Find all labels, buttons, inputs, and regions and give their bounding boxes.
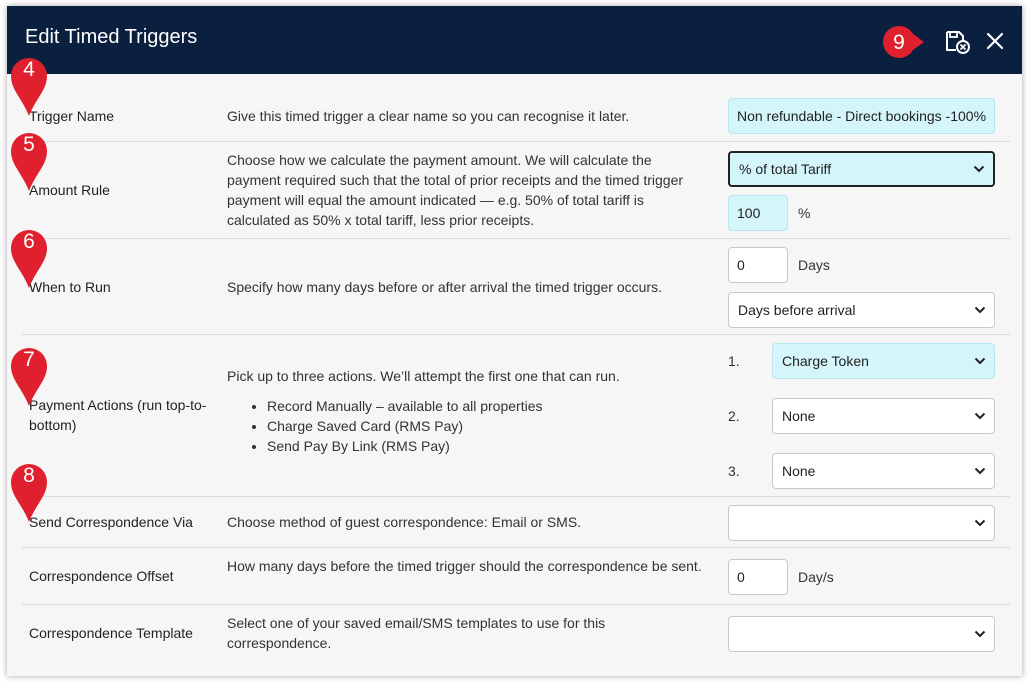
correspondence-offset-description: How many days before the timed trigger s… xyxy=(227,558,702,574)
dialog-title: Edit Timed Triggers xyxy=(25,26,198,48)
payment-action-2-selected: None xyxy=(782,408,816,424)
correspondence-template-select[interactable] xyxy=(728,616,995,652)
marker-pin-4-label: 4 xyxy=(23,58,35,81)
send-correspondence-row: Send Correspondence Via Choose method of… xyxy=(22,497,1010,548)
marker-pin-7-label: 7 xyxy=(23,348,35,371)
send-correspondence-description: Choose method of guest correspondence: E… xyxy=(227,514,582,530)
chevron-down-icon xyxy=(974,617,986,651)
marker-pin-8-label: 8 xyxy=(23,464,35,487)
correspondence-template-description: Select one of your saved email/SMS templ… xyxy=(227,615,606,651)
amount-rule-selected: % of total Tariff xyxy=(739,161,832,177)
payment-actions-label: Payment Actions (run top-to-bottom) xyxy=(29,397,207,433)
amount-rule-description: Choose how we calculate the payment amou… xyxy=(227,152,684,228)
marker-pin-6-label: 6 xyxy=(23,230,35,253)
days-input[interactable]: 0 xyxy=(728,247,788,283)
correspondence-offset-input[interactable]: 0 xyxy=(728,559,788,595)
payment-action-1-select[interactable]: Charge Token xyxy=(772,343,995,379)
correspondence-offset-row: Correspondence Offset How many days befo… xyxy=(22,548,1010,605)
send-correspondence-label: Send Correspondence Via xyxy=(29,514,193,530)
payment-actions-description: Pick up to three actions. We’ll attempt … xyxy=(227,366,707,456)
when-to-run-row: When to Run Specify how many days before… xyxy=(22,239,1010,335)
list-item: Send Pay By Link (RMS Pay) xyxy=(267,436,707,456)
when-to-run-description: Specify how many days before or after ar… xyxy=(227,279,662,295)
correspondence-offset-label: Correspondence Offset xyxy=(29,568,174,584)
payment-action-3-selected: None xyxy=(782,463,816,479)
trigger-name-row: Trigger Name Give this timed trigger a c… xyxy=(22,74,1010,142)
marker-pin-7: 7 xyxy=(8,344,50,406)
action-number-2: 2. xyxy=(728,408,740,424)
marker-pin-8: 8 xyxy=(8,460,50,522)
marker-pin-9-label: 9 xyxy=(893,31,905,54)
amount-percent-suffix: % xyxy=(798,205,811,221)
edit-timed-triggers-dialog: Edit Timed Triggers Trigger Name Give th… xyxy=(7,6,1022,676)
days-suffix: Days xyxy=(798,257,830,273)
correspondence-template-label: Correspondence Template xyxy=(29,625,193,641)
chevron-down-icon xyxy=(974,454,986,488)
chevron-down-icon xyxy=(974,399,986,433)
dialog-header: Edit Timed Triggers xyxy=(7,6,1022,74)
payment-action-3-select[interactable]: None xyxy=(772,453,995,489)
action-number-3: 3. xyxy=(728,463,740,479)
save-close-button[interactable] xyxy=(944,29,972,55)
close-button[interactable] xyxy=(982,28,1008,54)
marker-pin-5: 5 xyxy=(8,129,50,191)
marker-pin-9: 9 xyxy=(879,24,925,60)
list-item: Record Manually – available to all prope… xyxy=(267,396,707,416)
payment-action-2-select[interactable]: None xyxy=(772,398,995,434)
trigger-name-input[interactable]: Non refundable - Direct bookings -100% xyxy=(728,98,995,134)
payment-actions-intro: Pick up to three actions. We’ll attempt … xyxy=(227,368,620,384)
send-correspondence-select[interactable] xyxy=(728,505,995,541)
marker-pin-6: 6 xyxy=(8,226,50,288)
payment-action-1-selected: Charge Token xyxy=(782,353,869,369)
chevron-down-icon xyxy=(974,506,986,540)
amount-rule-row: Amount Rule Choose how we calculate the … xyxy=(22,142,1010,239)
close-icon xyxy=(986,32,1004,50)
days-before-arrival-select[interactable]: Days before arrival xyxy=(728,292,995,328)
marker-pin-4: 4 xyxy=(8,54,50,116)
amount-percent-input[interactable]: 100 xyxy=(728,195,788,231)
days-before-arrival-selected: Days before arrival xyxy=(738,302,856,318)
amount-rule-select[interactable]: % of total Tariff xyxy=(728,151,995,187)
chevron-down-icon xyxy=(974,344,986,378)
marker-pin-5-label: 5 xyxy=(23,133,35,156)
chevron-down-icon xyxy=(974,293,986,327)
correspondence-offset-suffix: Day/s xyxy=(798,569,834,585)
save-close-icon xyxy=(946,31,970,54)
list-item: Charge Saved Card (RMS Pay) xyxy=(267,416,707,436)
action-number-1: 1. xyxy=(728,353,740,369)
chevron-down-icon xyxy=(973,153,985,185)
trigger-name-description: Give this timed trigger a clear name so … xyxy=(227,108,630,124)
payment-actions-list: Record Manually – available to all prope… xyxy=(267,396,707,456)
correspondence-template-row: Correspondence Template Select one of yo… xyxy=(22,605,1010,663)
payment-actions-row: Payment Actions (run top-to-bottom) Pick… xyxy=(22,335,1010,497)
